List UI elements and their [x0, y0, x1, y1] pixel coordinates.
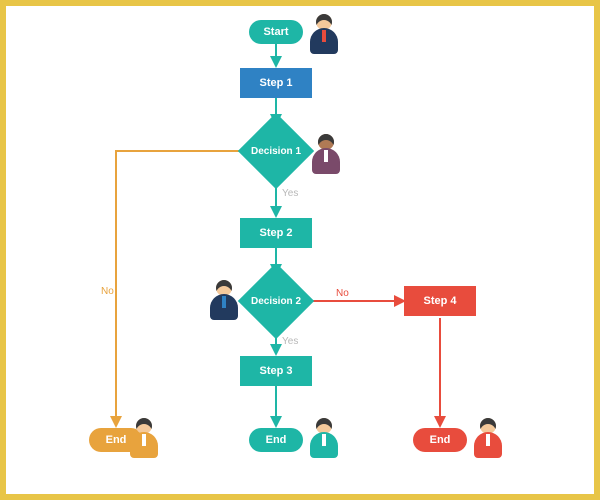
step3-label: Step 3	[259, 365, 292, 377]
step2-label: Step 2	[259, 227, 292, 239]
no2-label: No	[336, 288, 349, 299]
end2-label: End	[266, 434, 287, 446]
start-node: Start	[249, 20, 303, 44]
end2-node: End	[249, 428, 303, 452]
decision2-node: Decision 2	[249, 274, 303, 328]
start-label: Start	[263, 26, 288, 38]
flowchart-canvas: Start Step 1 Decision 1 Step 2 Decision …	[6, 6, 594, 494]
person-icon	[306, 12, 342, 56]
end1-label: End	[106, 434, 127, 446]
yes2-label: Yes	[282, 336, 298, 347]
step1-label: Step 1	[259, 77, 292, 89]
person-icon	[126, 416, 162, 460]
decision2-label: Decision 2	[251, 296, 301, 307]
decision1-label: Decision 1	[251, 146, 301, 157]
person-icon	[308, 132, 344, 176]
decision1-node: Decision 1	[249, 124, 303, 178]
person-icon	[206, 278, 242, 322]
no1-label: No	[101, 286, 114, 297]
person-icon	[470, 416, 506, 460]
person-icon	[306, 416, 342, 460]
step1-node: Step 1	[240, 68, 312, 98]
end3-node: End	[413, 428, 467, 452]
end3-label: End	[430, 434, 451, 446]
step2-node: Step 2	[240, 218, 312, 248]
step3-node: Step 3	[240, 356, 312, 386]
step4-label: Step 4	[423, 295, 456, 307]
yes1-label: Yes	[282, 188, 298, 199]
step4-node: Step 4	[404, 286, 476, 316]
